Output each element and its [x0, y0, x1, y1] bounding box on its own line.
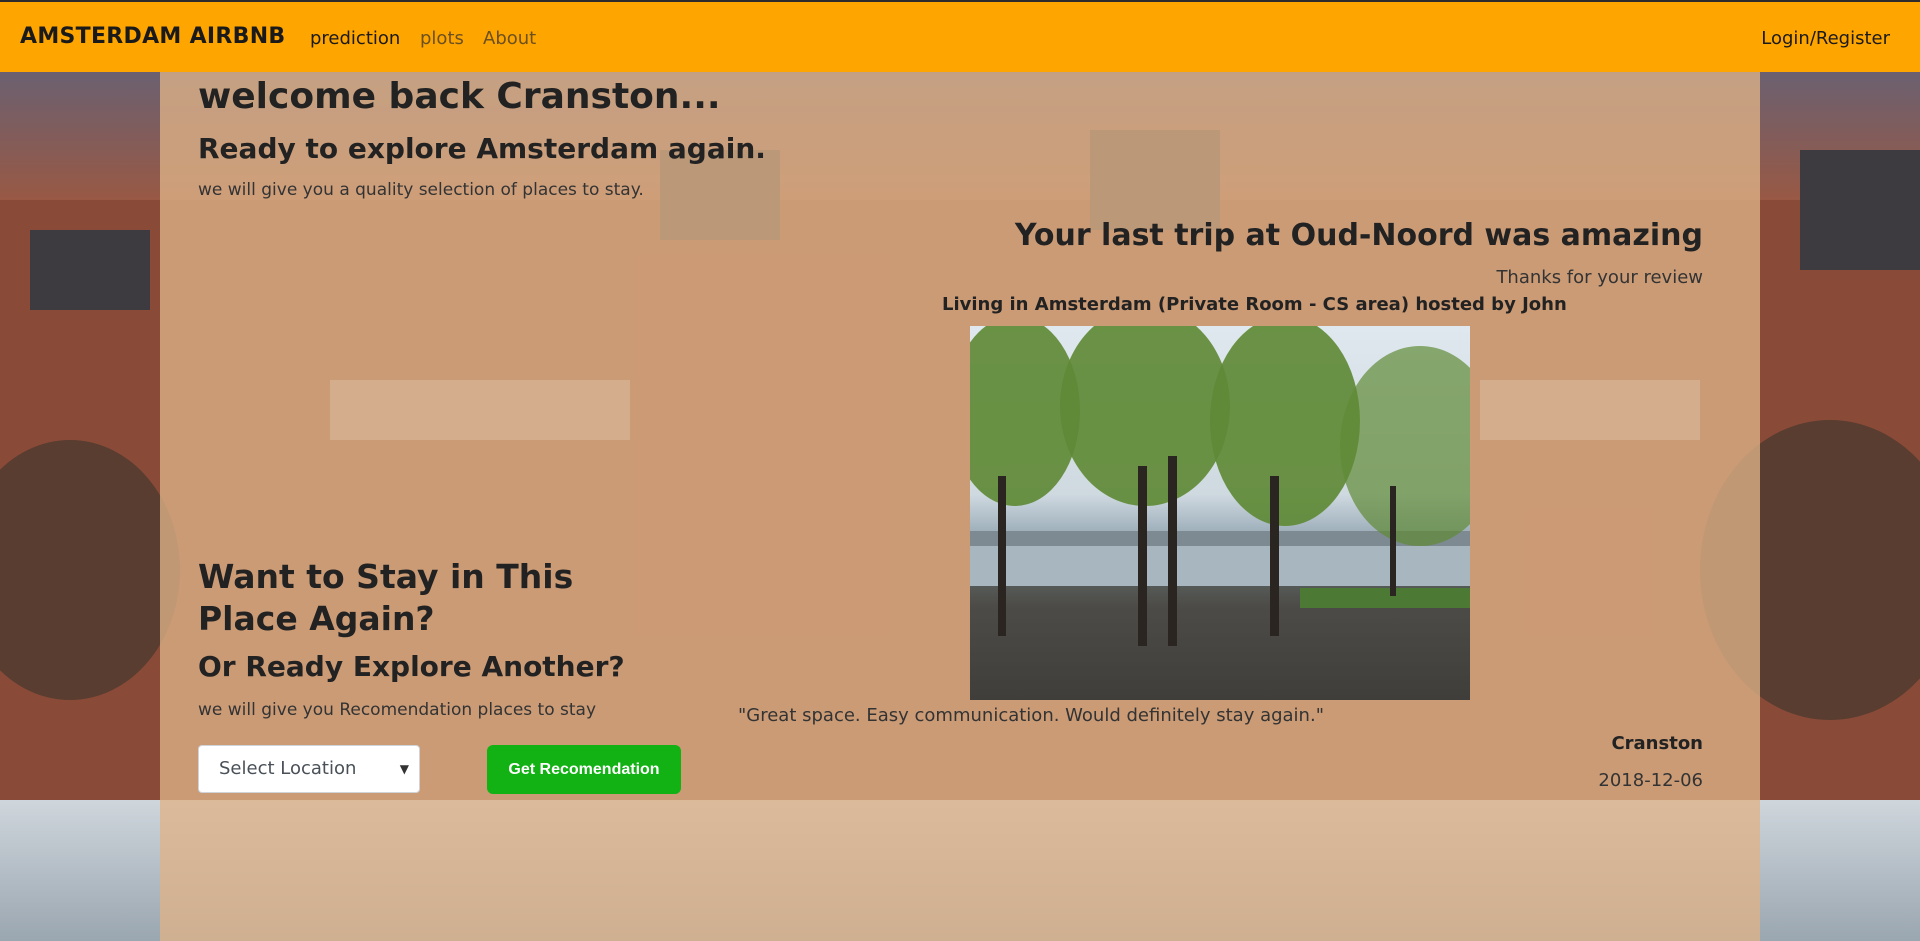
nav-prediction[interactable]: prediction	[310, 28, 400, 49]
last-trip-title: Your last trip at Oud-Noord was amazing	[1014, 218, 1703, 253]
welcome-heading: welcome back Cranston...	[198, 76, 721, 117]
get-recommendation-button[interactable]: Get Recomendation	[487, 745, 681, 794]
thanks-text: Thanks for your review	[1496, 267, 1703, 288]
brand-logo[interactable]: AMSTERDAM AIRBNB	[20, 24, 285, 49]
location-select[interactable]: Select Location ▼	[198, 745, 420, 793]
nav-about[interactable]: About	[483, 28, 536, 49]
review-quote: "Great space. Easy communication. Would …	[738, 705, 1324, 726]
recommendation-text: we will give you Recomendation places to…	[198, 700, 597, 720]
listing-photo	[970, 326, 1470, 700]
chevron-down-icon: ▼	[399, 762, 409, 776]
login-register-link[interactable]: Login/Register	[1761, 28, 1890, 49]
review-date: 2018-12-06	[1598, 770, 1703, 791]
location-select-value: Select Location	[219, 758, 357, 779]
listing-title: Living in Amsterdam (Private Room - CS a…	[942, 294, 1567, 315]
explore-another-heading: Or Ready Explore Another?	[198, 650, 625, 683]
content-panel	[160, 72, 1760, 941]
nav-plots[interactable]: plots	[420, 28, 464, 49]
stay-again-heading: Want to Stay in This Place Again?	[198, 557, 574, 638]
review-author: Cranston	[1611, 733, 1703, 754]
top-navbar: AMSTERDAM AIRBNB prediction plots About …	[0, 0, 1920, 72]
welcome-text: we will give you a quality selection of …	[198, 180, 644, 200]
welcome-subheading: Ready to explore Amsterdam again.	[198, 132, 766, 165]
